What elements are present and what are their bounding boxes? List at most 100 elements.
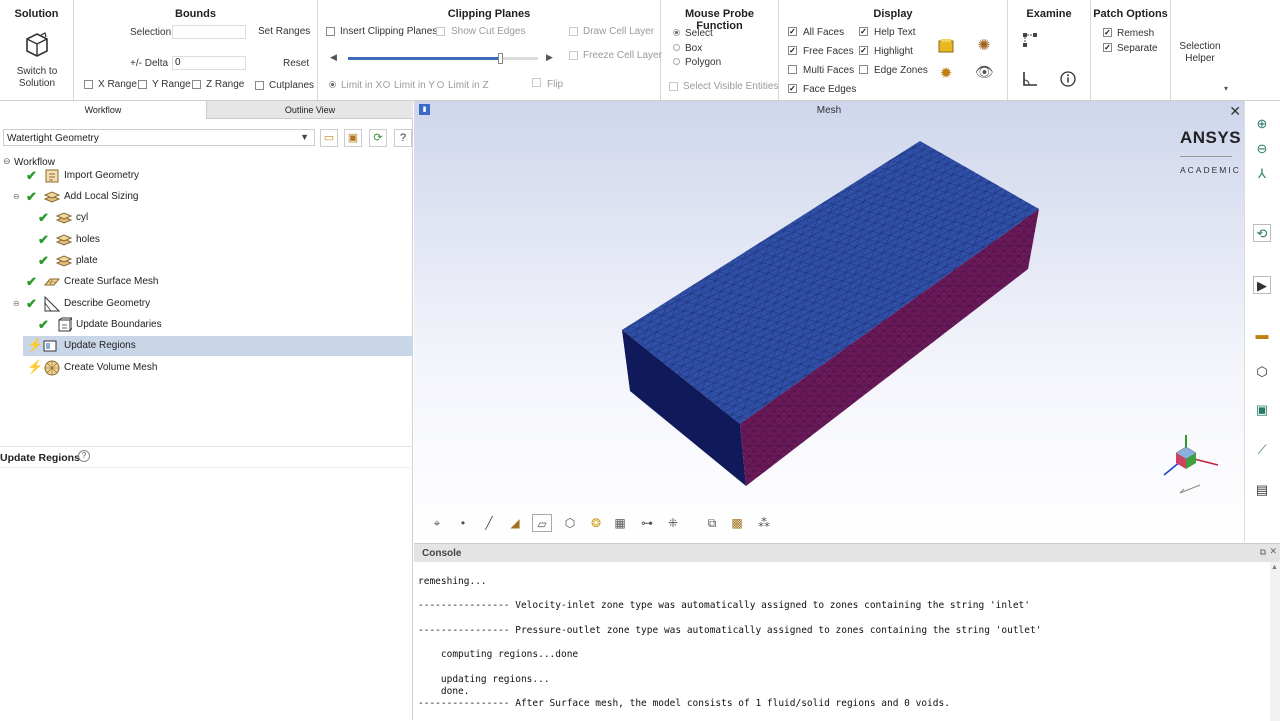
selection-helper-button[interactable]: Selection Helper — [1171, 0, 1231, 100]
select-visible-checkbox[interactable] — [669, 82, 678, 91]
layers-icon — [56, 234, 72, 246]
limit-x-radio[interactable] — [329, 81, 336, 88]
collapse-icon[interactable]: ⊖ — [13, 299, 20, 308]
z-range-checkbox[interactable] — [192, 80, 201, 89]
selection-input[interactable] — [172, 25, 246, 39]
tree-item-update-regions[interactable]: ⚡ Update Regions — [23, 336, 413, 356]
all-faces-checkbox[interactable] — [788, 27, 797, 36]
probe-polygon-radio[interactable] — [673, 58, 680, 65]
highlight-checkbox[interactable] — [859, 46, 868, 55]
folder-display-icon[interactable] — [937, 37, 955, 55]
slider-left-arrow[interactable]: ◀ — [330, 52, 337, 63]
chart-icon[interactable]: ⟋ — [1253, 441, 1271, 459]
tab-outline-view[interactable]: Outline View — [206, 101, 413, 119]
graphics-viewport[interactable]: ▮ Mesh ✕ ANSYS ACADEMIC — [414, 101, 1244, 542]
x-range-checkbox[interactable] — [84, 80, 93, 89]
task-help-icon[interactable]: ? — [78, 450, 90, 462]
tab-workflow[interactable]: Workflow — [0, 101, 206, 119]
console-close-icon[interactable]: ✕ — [1269, 546, 1277, 557]
sparkle-settings-icon[interactable]: ✺ — [975, 37, 993, 55]
object-icon[interactable]: ⧉ — [702, 514, 722, 532]
tree-item-describe-geometry[interactable]: ⊖ ✔ Describe Geometry — [0, 294, 413, 314]
switch-to-solution-button[interactable]: Switch to Solution — [8, 30, 66, 90]
flip-checkbox[interactable] — [532, 78, 541, 87]
tree-item-update-boundaries[interactable]: ✔ Update Boundaries — [0, 315, 413, 335]
nodes-icon[interactable] — [1021, 31, 1039, 49]
angle-icon[interactable] — [1021, 70, 1039, 88]
cutplanes-checkbox[interactable] — [255, 81, 264, 90]
info-icon[interactable] — [1059, 70, 1077, 88]
delta-input[interactable]: 0 — [172, 56, 246, 70]
multi-faces-checkbox[interactable] — [788, 65, 797, 74]
zones-icon[interactable]: ▦ — [610, 514, 630, 532]
node-grid-icon[interactable]: ⁜ — [663, 514, 683, 532]
zoom-fit-icon[interactable]: ⊕ — [1253, 115, 1271, 133]
limit-z-radio[interactable] — [437, 81, 444, 88]
limit-y-radio[interactable] — [383, 81, 390, 88]
select-face-icon[interactable]: ▱ — [532, 514, 552, 532]
help-text-label: Help Text — [874, 27, 916, 38]
ruler-icon[interactable]: ▬ — [1253, 326, 1271, 344]
clipping-slider-thumb[interactable] — [498, 53, 503, 64]
snapshot-icon[interactable]: ▣ — [1253, 401, 1271, 419]
gear-display-icon[interactable]: ✹ — [937, 65, 955, 83]
edge-zone-icon[interactable]: ⊶ — [637, 514, 657, 532]
face-icon[interactable]: ◢ — [505, 514, 525, 532]
console-panel: Console ⧉ ✕ remeshing... ---------------… — [414, 543, 1280, 721]
zoom-box-icon[interactable]: ⊖ — [1253, 140, 1271, 158]
console-scrollbar[interactable]: ▲ — [1270, 562, 1280, 721]
cube-view-icon[interactable]: ⬡ — [1253, 363, 1271, 381]
show-cut-edges-checkbox[interactable] — [436, 27, 445, 36]
lightning-icon: ⚡ — [27, 359, 44, 374]
help-text-checkbox[interactable] — [859, 27, 868, 36]
face-edges-checkbox[interactable] — [788, 84, 797, 93]
rotate-view-icon[interactable]: ⟲ — [1253, 224, 1271, 242]
ribbon-expand-icon[interactable]: ▾ — [1224, 84, 1228, 93]
axis-triad[interactable] — [1158, 431, 1228, 497]
freeze-cell-layer-checkbox[interactable] — [569, 51, 578, 60]
free-faces-checkbox[interactable] — [788, 46, 797, 55]
probe-box-radio[interactable] — [673, 44, 680, 51]
bodies-icon[interactable]: ❂ — [586, 514, 606, 532]
maximize-icon[interactable]: ⧉ — [1260, 547, 1266, 558]
display-mode-icon[interactable]: ▶ — [1253, 276, 1271, 294]
set-ranges-button[interactable]: Set Ranges — [258, 26, 310, 37]
scroll-up-icon[interactable]: ▲ — [1271, 564, 1278, 571]
reset-button[interactable]: Reset — [283, 58, 309, 69]
lightning-icon: ⚡ — [27, 337, 44, 352]
folder-open-icon[interactable]: ▭ — [320, 129, 338, 147]
tree-item-create-volume-mesh[interactable]: ⚡ Create Volume Mesh — [0, 358, 413, 378]
axes-view-icon[interactable]: ⅄ — [1253, 165, 1271, 183]
workflow-dropdown[interactable]: Watertight Geometry ▼ — [3, 129, 315, 146]
tree-item-cyl[interactable]: ✔ cyl — [0, 208, 413, 228]
clipping-slider[interactable] — [348, 53, 538, 64]
edge-zones-checkbox[interactable] — [859, 65, 868, 74]
tree-item-import-geometry[interactable]: ✔ Import Geometry — [0, 166, 413, 186]
help-icon[interactable]: ? — [394, 129, 412, 147]
refresh-icon[interactable]: ⟳ — [369, 129, 387, 147]
tree-item-holes[interactable]: ✔ holes — [0, 230, 413, 250]
tree-item-create-surface-mesh[interactable]: ✔ Create Surface Mesh — [0, 272, 413, 292]
separate-checkbox[interactable] — [1103, 43, 1112, 52]
edge-icon[interactable]: ╱ — [479, 514, 499, 532]
report-icon[interactable]: ▤ — [1253, 481, 1271, 499]
layers-icon — [56, 212, 72, 224]
tree-item-plate[interactable]: ✔ plate — [0, 251, 413, 271]
mesh-model[interactable] — [414, 101, 1244, 542]
select-visible-label: Select Visible Entities — [683, 81, 779, 92]
pick-icon[interactable]: ⌖ — [427, 514, 447, 532]
point-icon[interactable]: • — [453, 514, 473, 532]
body-icon[interactable]: ⬡ — [560, 514, 580, 532]
probe-select-radio[interactable] — [673, 29, 680, 36]
draw-cell-layer-checkbox[interactable] — [569, 27, 578, 36]
insert-clipping-checkbox[interactable] — [326, 27, 335, 36]
remesh-checkbox[interactable] — [1103, 28, 1112, 37]
eye-display-icon[interactable]: 👁 — [975, 64, 994, 82]
save-icon[interactable]: ▣ — [344, 129, 362, 147]
y-range-checkbox[interactable] — [138, 80, 147, 89]
transform-icon[interactable]: ⁂ — [754, 514, 774, 532]
tree-item-add-local-sizing[interactable]: ⊖ ✔ Add Local Sizing — [0, 187, 413, 207]
collapse-icon[interactable]: ⊖ — [13, 192, 20, 201]
slider-right-arrow[interactable]: ▶ — [546, 52, 553, 63]
objects-icon[interactable]: ▩ — [727, 514, 747, 532]
